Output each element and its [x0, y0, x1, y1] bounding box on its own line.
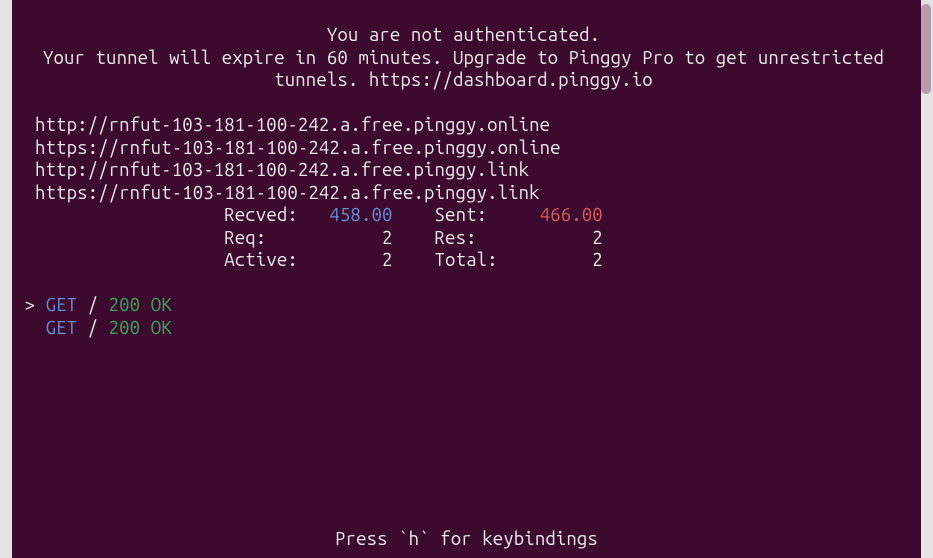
scrollbar-thumb[interactable] — [921, 4, 931, 94]
terminal-output: You are not authenticated.Your tunnel wi… — [14, 2, 913, 339]
window-edge-left — [0, 0, 12, 558]
tunnel-url: http://rnfut-103-181-100-242.a.free.ping… — [14, 159, 529, 180]
tunnel-url: http://rnfut-103-181-100-242.a.free.ping… — [14, 114, 550, 135]
auth-warning-line3: tunnels. https://dashboard.pinggy.io — [14, 69, 913, 91]
stats-row-reqres: Req: 2 Res: 2 — [14, 227, 913, 249]
tunnel-url: https://rnfut-103-181-100-242.a.free.pin… — [14, 137, 561, 158]
footer-hint: Press `h` for keybindings — [0, 528, 933, 550]
auth-warning-line2: Your tunnel will expire in 60 minutes. U… — [14, 47, 913, 69]
stats-row-bytes: Recved: 458.00 Sent: 466.00 — [14, 204, 913, 226]
stats-row-active: Active: 2 Total: 2 — [14, 249, 913, 271]
tunnel-url: https://rnfut-103-181-100-242.a.free.pin… — [14, 182, 540, 203]
request-log-row: > GET / 200 OK — [14, 294, 172, 315]
auth-warning-line1: You are not authenticated. — [14, 24, 913, 46]
request-log-row: GET / 200 OK — [14, 317, 172, 338]
